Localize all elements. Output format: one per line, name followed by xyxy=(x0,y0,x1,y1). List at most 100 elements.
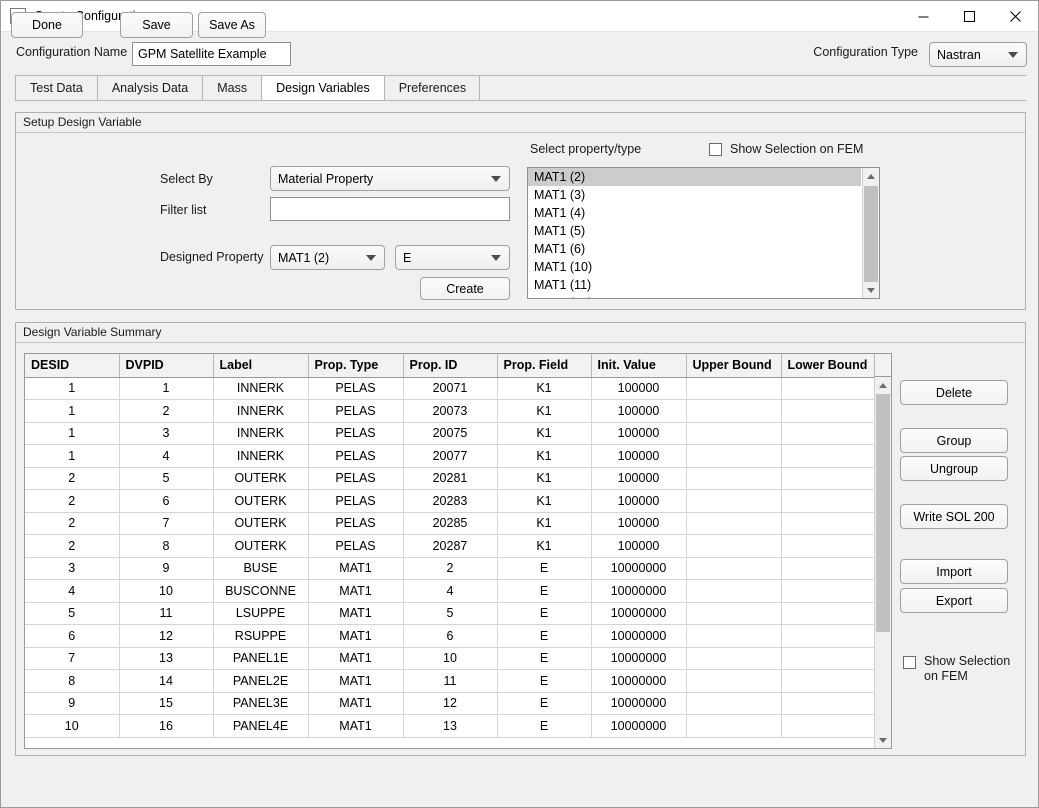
table-cell[interactable]: 20075 xyxy=(403,422,498,445)
table-cell[interactable]: 100000 xyxy=(591,467,687,490)
table-scrollbar[interactable] xyxy=(874,377,891,748)
table-cell[interactable]: 10000000 xyxy=(591,714,687,738)
table-cell[interactable]: 100000 xyxy=(591,512,687,535)
table-row[interactable]: 1 2 INNERK PELAS 20073 K1 100000 xyxy=(25,399,877,423)
table-cell[interactable]: K1 xyxy=(497,512,592,535)
column-header[interactable]: Prop. Type xyxy=(308,354,404,378)
filter-list-input[interactable] xyxy=(270,197,510,221)
table-cell[interactable]: PANEL1E xyxy=(213,647,309,670)
table-cell[interactable]: RSUPPE xyxy=(213,624,309,648)
write-sol-200-button[interactable]: Write SOL 200 xyxy=(900,504,1008,529)
table-cell[interactable]: PELAS xyxy=(308,377,404,400)
table-cell[interactable]: 4 xyxy=(403,579,498,603)
table-cell[interactable] xyxy=(686,399,782,423)
table-cell[interactable] xyxy=(781,669,877,693)
column-header[interactable]: DVPID xyxy=(119,354,214,378)
show-selection-on-fem-checkbox-top[interactable]: Show Selection on FEM xyxy=(709,142,863,156)
table-cell[interactable]: BUSCONNE xyxy=(213,579,309,603)
table-cell[interactable]: 5 xyxy=(25,602,120,625)
table-cell[interactable]: K1 xyxy=(497,444,592,468)
property-type-listbox[interactable]: MAT1 (2) MAT1 (3) MAT1 (4) MAT1 (5) MAT1 (6)… xyxy=(527,167,880,299)
table-cell[interactable] xyxy=(781,692,877,715)
delete-button[interactable]: Delete xyxy=(900,380,1008,405)
table-cell[interactable] xyxy=(686,579,782,603)
table-cell[interactable]: MAT1 xyxy=(308,669,404,693)
design-variable-table[interactable]: DESID DVPID Label Prop. Type Prop. ID Prop. F… xyxy=(24,353,892,749)
configuration-type-dropdown[interactable]: Nastran xyxy=(929,42,1027,67)
table-cell[interactable]: 8 xyxy=(119,534,214,558)
select-by-dropdown[interactable]: Material Property xyxy=(270,166,510,191)
table-row[interactable]: 10 16 PANEL4E MAT1 13 E 10000000 xyxy=(25,714,877,738)
table-cell[interactable]: E xyxy=(497,579,592,603)
table-row[interactable]: 4 10 BUSCONNE MAT1 4 E 10000000 xyxy=(25,579,877,603)
table-cell[interactable]: 10 xyxy=(25,714,120,738)
table-cell[interactable] xyxy=(686,647,782,670)
table-cell[interactable]: 2 xyxy=(25,512,120,535)
table-cell[interactable] xyxy=(781,602,877,625)
table-cell[interactable]: 14 xyxy=(119,669,214,693)
table-cell[interactable]: E xyxy=(497,624,592,648)
table-cell[interactable]: 10000000 xyxy=(591,669,687,693)
column-header[interactable]: Init. Value xyxy=(591,354,687,378)
table-cell[interactable] xyxy=(781,467,877,490)
table-cell[interactable]: 2 xyxy=(403,557,498,580)
table-cell[interactable]: 6 xyxy=(25,624,120,648)
table-cell[interactable]: OUTERK xyxy=(213,489,309,513)
table-row[interactable]: 2 6 OUTERK PELAS 20283 K1 100000 xyxy=(25,489,877,513)
tab-design-variables[interactable]: Design Variables xyxy=(261,75,385,100)
table-cell[interactable] xyxy=(686,377,782,400)
table-cell[interactable]: 12 xyxy=(403,692,498,715)
table-cell[interactable] xyxy=(781,489,877,513)
show-selection-on-fem-checkbox-side[interactable]: Show Selection on FEM xyxy=(903,654,1013,684)
table-cell[interactable]: MAT1 xyxy=(308,624,404,648)
table-cell[interactable]: 8 xyxy=(25,669,120,693)
table-cell[interactable]: INNERK xyxy=(213,377,309,400)
table-cell[interactable]: E xyxy=(497,602,592,625)
table-cell[interactable]: 100000 xyxy=(591,399,687,423)
table-cell[interactable]: 20077 xyxy=(403,444,498,468)
table-cell[interactable]: PELAS xyxy=(308,512,404,535)
table-cell[interactable]: 13 xyxy=(119,647,214,670)
scroll-up-button[interactable] xyxy=(875,377,891,393)
table-cell[interactable]: 12 xyxy=(119,624,214,648)
table-cell[interactable]: 11 xyxy=(119,602,214,625)
tab-preferences[interactable]: Preferences xyxy=(383,75,482,100)
table-row[interactable]: 1 4 INNERK PELAS 20077 K1 100000 xyxy=(25,444,877,468)
create-button[interactable]: Create xyxy=(420,277,510,300)
table-cell[interactable]: K1 xyxy=(497,422,592,445)
list-item[interactable]: MAT1 (4) xyxy=(528,204,861,222)
column-header[interactable]: Label xyxy=(213,354,309,378)
save-as-button[interactable]: Save As xyxy=(198,12,266,38)
table-row[interactable]: 3 9 BUSE MAT1 2 E 10000000 xyxy=(25,557,877,580)
table-cell[interactable]: 6 xyxy=(403,624,498,648)
table-cell[interactable]: OUTERK xyxy=(213,512,309,535)
column-header[interactable]: Lower Bound xyxy=(781,354,877,378)
table-cell[interactable]: 1 xyxy=(25,422,120,445)
table-cell[interactable] xyxy=(686,422,782,445)
table-cell[interactable]: 2 xyxy=(25,467,120,490)
maximize-button[interactable] xyxy=(946,1,992,31)
table-cell[interactable] xyxy=(686,444,782,468)
table-cell[interactable]: 20281 xyxy=(403,467,498,490)
table-cell[interactable]: PELAS xyxy=(308,399,404,423)
table-cell[interactable]: 13 xyxy=(403,714,498,738)
table-cell[interactable]: 10 xyxy=(119,579,214,603)
table-cell[interactable]: MAT1 xyxy=(308,714,404,738)
table-cell[interactable]: 11 xyxy=(403,669,498,693)
table-cell[interactable]: 20283 xyxy=(403,489,498,513)
table-cell[interactable]: PELAS xyxy=(308,422,404,445)
table-cell[interactable]: 6 xyxy=(119,489,214,513)
table-row[interactable]: 2 8 OUTERK PELAS 20287 K1 100000 xyxy=(25,534,877,558)
table-cell[interactable]: PANEL2E xyxy=(213,669,309,693)
table-cell[interactable] xyxy=(781,444,877,468)
scroll-down-button[interactable] xyxy=(875,732,891,748)
table-cell[interactable] xyxy=(781,714,877,738)
group-button[interactable]: Group xyxy=(900,428,1008,453)
table-cell[interactable]: LSUPPE xyxy=(213,602,309,625)
table-cell[interactable]: 3 xyxy=(119,422,214,445)
list-item[interactable]: MAT1 (11) xyxy=(528,276,861,294)
table-cell[interactable]: 10 xyxy=(403,647,498,670)
scroll-up-button[interactable] xyxy=(863,168,879,184)
table-cell[interactable]: E xyxy=(497,692,592,715)
table-cell[interactable]: K1 xyxy=(497,489,592,513)
